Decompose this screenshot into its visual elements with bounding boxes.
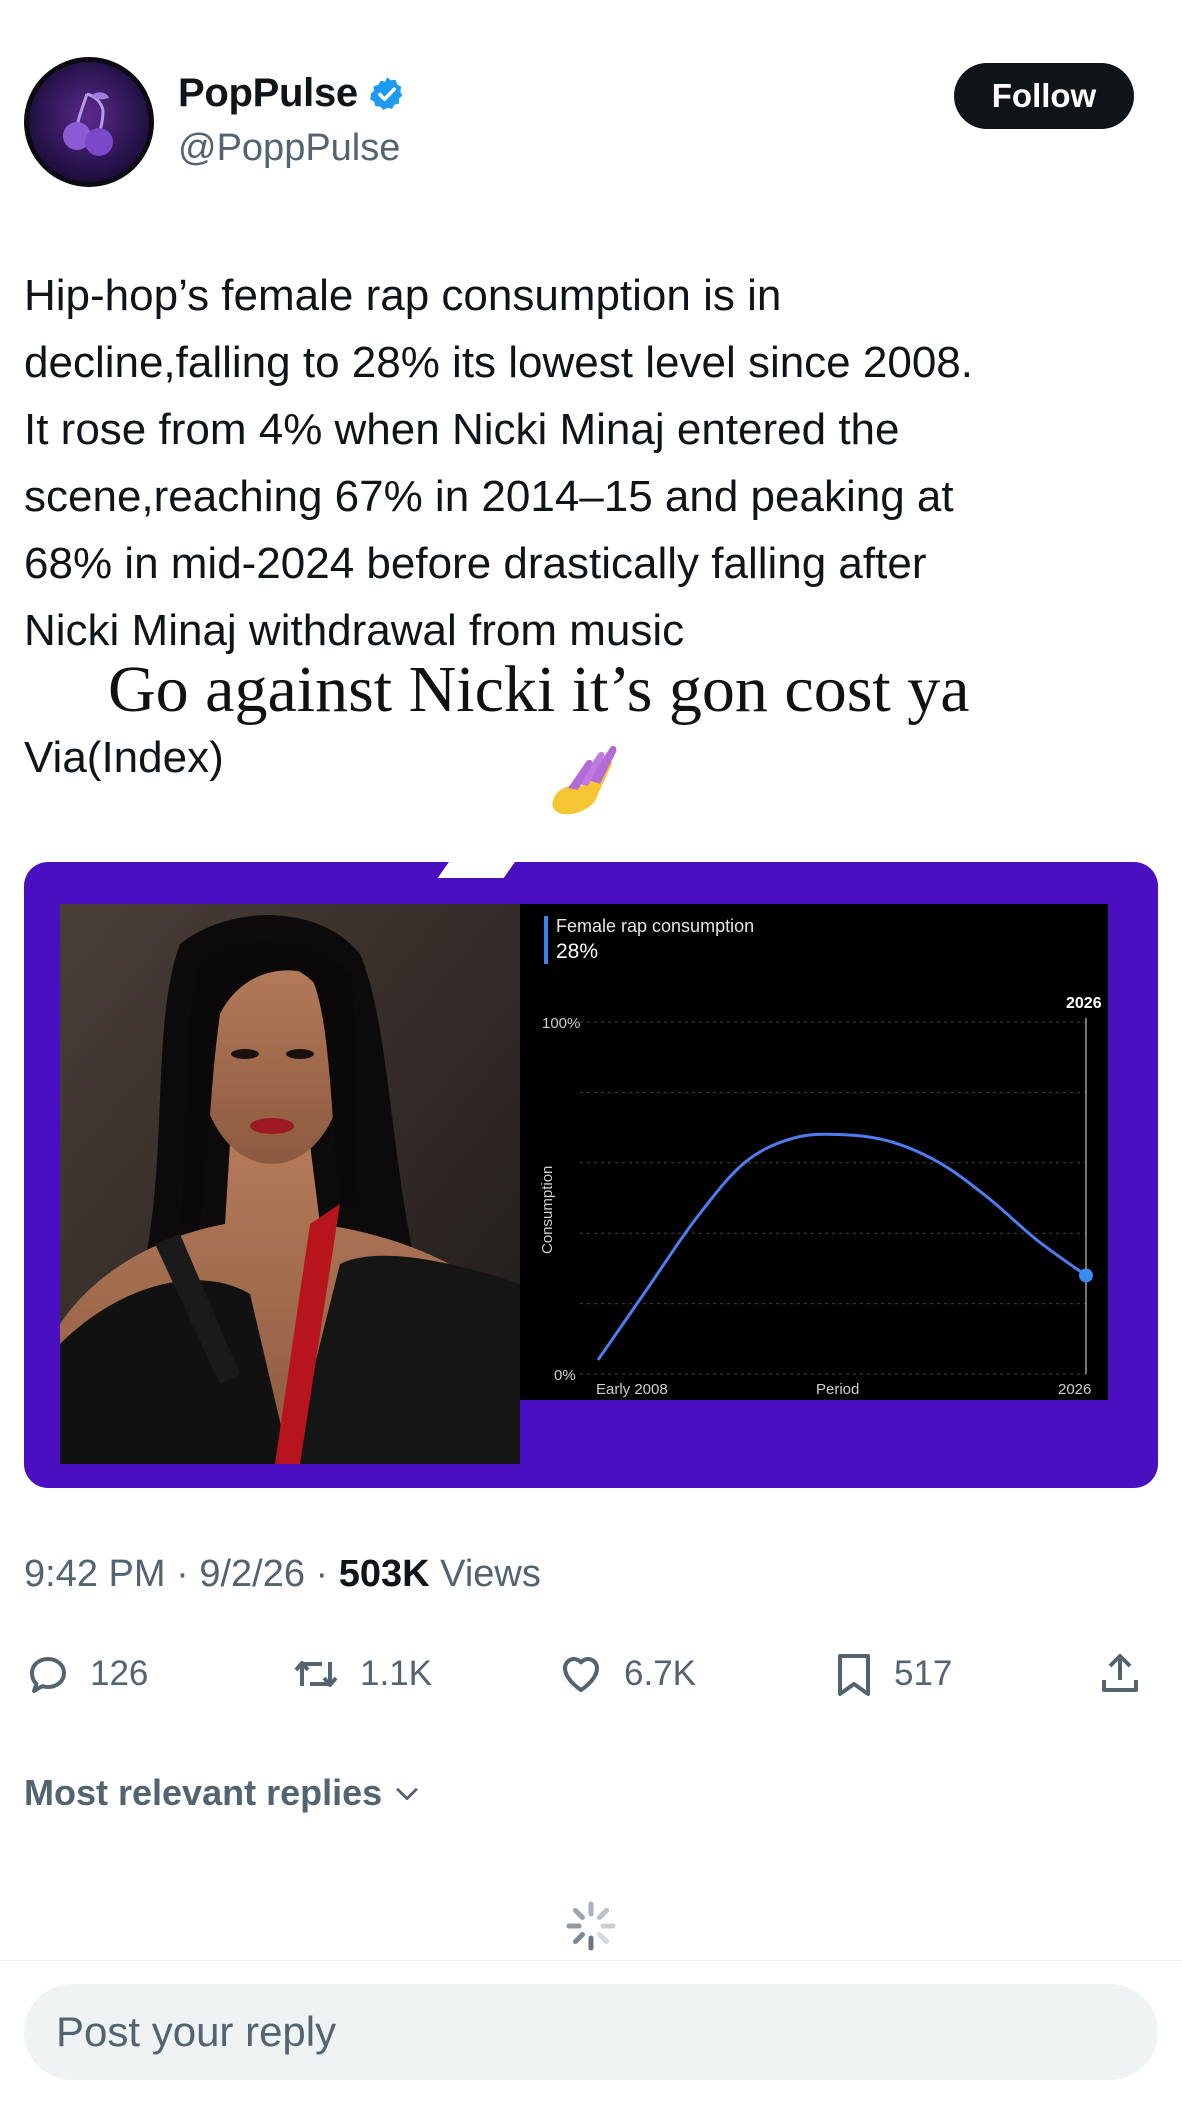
media-card[interactable]: Female rap consumption 28% 100% 0% Consu… [24, 862, 1158, 1488]
verified-badge-icon [369, 76, 403, 110]
tweet-text-line: 68% in mid-2024 before drastically falli… [24, 539, 927, 588]
replies-sort-label: Most relevant replies [24, 1772, 383, 1813]
y-tick-bottom: 0% [554, 1367, 576, 1384]
highlight-point [1079, 1268, 1093, 1283]
tweet-text-line: scene,reaching 67% in 2014–15 and peakin… [24, 472, 954, 521]
bookmark-button[interactable]: 517 [832, 1650, 952, 1698]
separator-dot: · [315, 1553, 339, 1595]
views-count: 503K [338, 1553, 430, 1595]
via-source: Via(Index) [24, 733, 224, 782]
follow-button[interactable]: Follow [954, 63, 1134, 129]
share-icon [1102, 1654, 1138, 1692]
repost-count: 1.1K [360, 1654, 432, 1693]
marker-year-label: 2026 [1066, 995, 1102, 1012]
reply-input[interactable] [24, 1984, 1158, 2080]
reply-button[interactable]: 126 [24, 1650, 148, 1698]
media-tab-notch [437, 862, 517, 878]
tweet-text-line: Hip-hop’s female rap consumption is in [24, 271, 782, 320]
x-tick-start: Early 2008 [596, 1381, 668, 1398]
line-chart: 100% 0% Consumption Early 2008 Period 20… [539, 995, 1102, 1398]
tweet-header: PopPulse @PoppPulse Follow [24, 55, 1158, 190]
x-tick-end: 2026 [1058, 1381, 1091, 1398]
replies-sort-toggle[interactable]: Most relevant replies [24, 1772, 424, 1814]
action-bar: 126 1.1K 6.7K 517 [24, 1650, 1158, 1710]
timestamp-row: 9:42 PM · 9/2/26 · 503K Views [24, 1553, 541, 1596]
series-line [596, 1132, 1087, 1361]
name-row: PopPulse [178, 71, 406, 116]
views-label: Views [440, 1553, 541, 1595]
y-tick-top: 100% [542, 1015, 580, 1032]
reply-icon [30, 1657, 66, 1693]
tweet-text: Hip-hop’s female rap consumption is in d… [24, 262, 1164, 664]
heart-icon [563, 1657, 599, 1692]
loading-spinner-icon [565, 1900, 617, 1957]
repost-icon [294, 1661, 338, 1687]
repost-button[interactable]: 1.1K [290, 1650, 432, 1698]
overlay-caption: Go against Nicki it’s gon cost ya [108, 653, 970, 726]
like-count: 6.7K [624, 1654, 696, 1693]
chevron-down-icon [396, 1787, 419, 1801]
x-axis-label: Period [816, 1381, 859, 1398]
cherry-icon [63, 92, 113, 156]
reply-count: 126 [90, 1654, 149, 1693]
like-button[interactable]: 6.7K [556, 1650, 696, 1698]
portrait-photo[interactable] [60, 904, 520, 1464]
separator-dot: · [176, 1553, 200, 1595]
y-axis-label: Consumption [539, 1166, 556, 1254]
nail-polish-emoji-icon [548, 740, 620, 825]
bookmark-count: 517 [894, 1654, 953, 1693]
tweet-text-line: decline,falling to 28% its lowest level … [24, 338, 973, 387]
user-handle[interactable]: @PoppPulse [178, 127, 400, 170]
display-name[interactable]: PopPulse [178, 71, 358, 116]
tweet-time[interactable]: 9:42 PM [24, 1553, 166, 1595]
share-button[interactable] [1096, 1650, 1144, 1698]
chart-panel: Female rap consumption 28% 100% 0% Consu… [520, 904, 1108, 1400]
tweet-text-line: It rose from 4% when Nicki Minaj entered… [24, 405, 900, 454]
divider [0, 1960, 1182, 1961]
avatar[interactable] [24, 57, 154, 187]
tweet-date[interactable]: 9/2/26 [199, 1553, 305, 1595]
bookmark-icon [838, 1654, 870, 1696]
